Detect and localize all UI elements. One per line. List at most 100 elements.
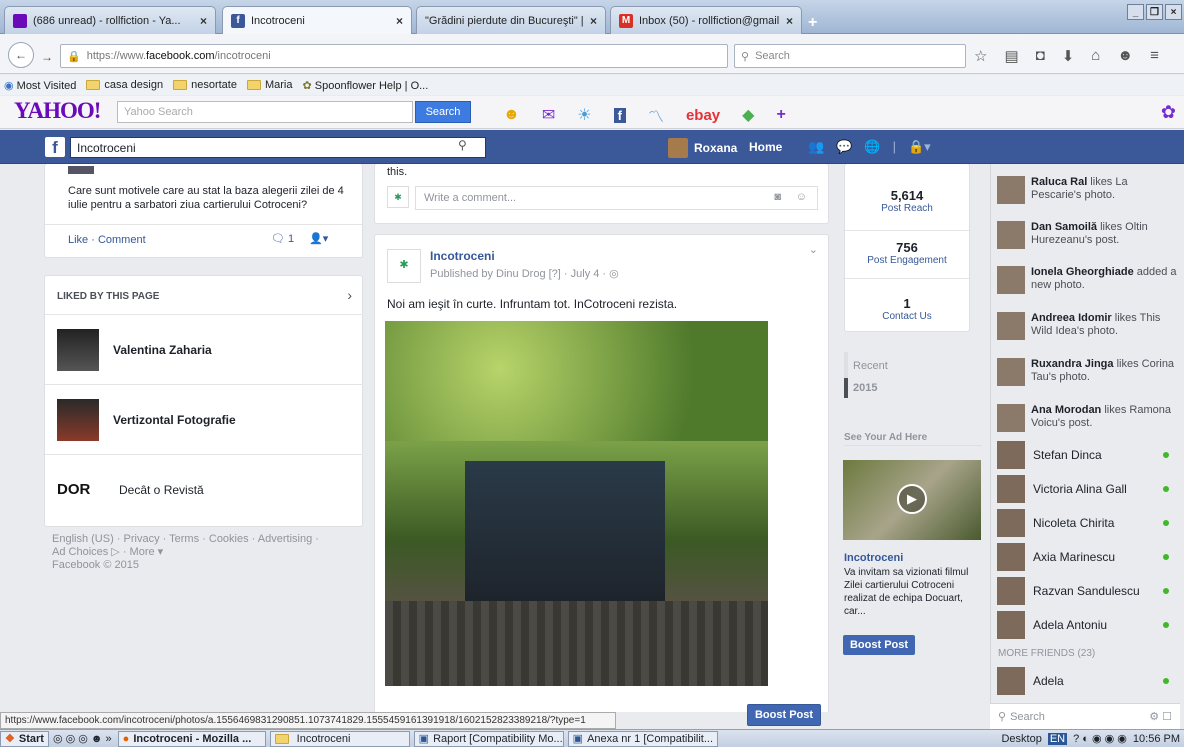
chat-search-input[interactable]: ⚲ Search ⚙ ☐ [990, 703, 1180, 729]
profile-link[interactable]: Roxana [668, 138, 737, 158]
ticker-item[interactable]: Dan Samoilă likes Oltin Hurezeanu's post… [997, 221, 1179, 249]
chat-contact[interactable]: Stefan Dinca [997, 438, 1179, 472]
tab-gmail[interactable]: M Inbox (50) - rollfiction@gmail.... × [610, 6, 802, 34]
home-icon[interactable]: ⌂ [1091, 47, 1100, 65]
chevron-down-icon[interactable]: ⌄ [809, 243, 818, 256]
comment-count[interactable]: 🗨 1 [271, 232, 294, 245]
timeline-2015[interactable]: 2015 [853, 382, 877, 394]
quicklaunch-icons[interactable]: ◎ ◎ ◎ ☻ » [53, 732, 112, 745]
yahoo-search-input[interactable]: Yahoo Search [117, 101, 413, 123]
chat-contact[interactable]: Adela Antoniu [997, 608, 1179, 642]
footer-line[interactable]: English (US) · Privacy · Terms · Cookies… [52, 533, 332, 546]
forward-button[interactable]: → [36, 46, 58, 68]
gear-icon[interactable]: ✿ [1161, 102, 1176, 123]
ad-boost-button[interactable]: Boost Post [843, 635, 915, 655]
pocket-icon[interactable]: ◘ [1036, 47, 1045, 65]
tag-icon[interactable]: ◆ [742, 105, 754, 125]
add-icon[interactable]: + [776, 106, 785, 124]
timeline-recent[interactable]: Recent [853, 360, 888, 372]
facebook-icon[interactable]: f [613, 107, 626, 123]
ticker-item[interactable]: Ruxandra Jinga likes Corina Tau's photo. [997, 358, 1179, 386]
liked-item[interactable]: DOR Decât o Revistă [45, 454, 363, 524]
chat-contact[interactable]: Adela [997, 664, 1179, 698]
chat-contact[interactable]: Razvan Sandulescu [997, 574, 1179, 608]
tray-icons[interactable]: ? ◐ ◉ ◉ ◉ [1073, 732, 1127, 745]
bookmark-spoonflower[interactable]: ✿ Spoonflower Help | O... [302, 79, 428, 92]
facebook-search-input[interactable]: Incotroceni [70, 137, 486, 158]
download-icon[interactable]: ⬇ [1062, 47, 1075, 65]
chat-contact[interactable]: Nicoleta Chirita [997, 506, 1179, 540]
finance-icon[interactable]: 〽 [648, 103, 664, 127]
browser-search-input[interactable]: ⚲ Search [734, 44, 966, 68]
new-tab-button[interactable]: + [808, 14, 817, 32]
ad-title[interactable]: Incotroceni [844, 552, 903, 564]
bookmark-maria[interactable]: Maria [246, 79, 292, 91]
desktop-toolbar[interactable]: Desktop [1001, 733, 1041, 745]
ticker-item[interactable]: Ana Morodan likes Ramona Voicu's post. [997, 404, 1179, 432]
ticker-item[interactable]: Ionela Gheorghiade added a new photo. [997, 266, 1179, 294]
yahoo-search-button[interactable]: Search [415, 101, 471, 123]
bookmark-most-visited[interactable]: ◉ Most Visited [4, 79, 76, 92]
minimize-button[interactable]: _ [1127, 4, 1144, 20]
tab-gradini[interactable]: "Grădini pierdute din Bucureşti" | B... … [416, 6, 606, 34]
ad-video-thumbnail[interactable]: ▶ [843, 460, 981, 540]
tab-incotroceni[interactable]: f Incotroceni × [222, 6, 412, 34]
ebay-icon[interactable]: ebay [686, 107, 720, 124]
star-icon[interactable]: ☆ [974, 47, 987, 65]
messages-icon[interactable]: 💬 [836, 139, 852, 155]
restore-button[interactable]: ❐ [1146, 4, 1163, 20]
taskbar-item-raport[interactable]: ▣ Raport [Compatibility Mo... [413, 730, 564, 747]
chat-contact[interactable]: Axia Marinescu [997, 540, 1179, 574]
close-window-button[interactable]: × [1165, 4, 1182, 20]
taskbar-item-anexa[interactable]: ▣ Anexa nr 1 [Compatibilit... [567, 730, 718, 747]
yahoo-logo[interactable]: YAHOO! [14, 98, 101, 124]
stat-post-reach[interactable]: 5,614 Post Reach [845, 188, 969, 214]
reading-list-icon[interactable]: ▤ [1004, 47, 1018, 65]
taskbar-item-folder[interactable]: Incotroceni [269, 730, 410, 747]
emoji-icon[interactable]: ☺ [796, 191, 807, 203]
liked-item[interactable]: Valentina Zaharia [45, 314, 363, 384]
page-avatar[interactable]: ✱ [387, 249, 421, 283]
camera-icon[interactable]: ◙ [774, 191, 781, 203]
back-button[interactable]: ← [8, 42, 34, 68]
play-icon[interactable]: ▶ [897, 484, 927, 514]
weather-icon[interactable]: ☀ [577, 105, 591, 125]
stat-post-engagement[interactable]: 756 Post Engagement [845, 240, 969, 266]
privacy-icon[interactable]: 🔒▾ [908, 139, 931, 155]
notifications-icon[interactable]: 🌐 [864, 139, 880, 155]
chevron-right-icon[interactable]: › [347, 287, 352, 303]
tab-yahoo-mail[interactable]: (686 unread) - rollfiction - Ya... × [4, 6, 216, 34]
like-comment-link[interactable]: Like · Comment [68, 234, 146, 246]
ticker-item[interactable]: Raluca Ral likes La Pescarie's photo. [997, 176, 1179, 204]
chat-contact[interactable]: Victoria Alina Gall [997, 472, 1179, 506]
comment-input[interactable]: Write a comment... ◙ ☺ [415, 186, 818, 210]
emoji-icon[interactable]: ☻ [503, 106, 520, 124]
ticker-item[interactable]: Andreea Idomir likes This Wild Idea's ph… [997, 312, 1179, 340]
footer-line[interactable]: Ad Choices ▷ · More ▾ [52, 546, 332, 559]
close-icon[interactable]: × [590, 14, 597, 28]
online-indicator [1163, 452, 1169, 458]
bookmark-casa-design[interactable]: casa design [86, 79, 163, 91]
liked-item[interactable]: Vertizontal Fotografie [45, 384, 363, 454]
search-icon[interactable]: ⚲ [458, 138, 467, 152]
stat-contact-us[interactable]: 1 Contact Us [845, 296, 969, 322]
home-link[interactable]: Home [749, 140, 782, 154]
friend-requests-icon[interactable]: 👥 [808, 139, 824, 155]
chat-icon[interactable]: ☻ [1117, 47, 1133, 65]
mail-icon[interactable]: ✉ [542, 105, 555, 125]
start-button[interactable]: ❖ Start [0, 730, 49, 747]
close-icon[interactable]: × [200, 14, 207, 28]
share-menu-icon[interactable]: 👤▾ [309, 232, 328, 245]
facebook-logo-icon[interactable]: f [45, 137, 65, 157]
taskbar-item-firefox[interactable]: ● Incotroceni - Mozilla ... [117, 730, 266, 747]
bookmark-nesortate[interactable]: nesortate [173, 79, 237, 91]
chat-settings-icon[interactable]: ⚙ ☐ [1149, 710, 1172, 723]
close-icon[interactable]: × [396, 14, 403, 28]
close-icon[interactable]: × [786, 14, 793, 28]
url-bar[interactable]: 🔒 https://www. facebook.com/incotroceni [60, 44, 728, 68]
boost-post-button[interactable]: Boost Post [747, 704, 821, 726]
language-indicator[interactable]: EN [1047, 732, 1068, 745]
menu-icon[interactable]: ≡ [1150, 47, 1159, 65]
post-photo[interactable] [385, 321, 768, 686]
post-page-name[interactable]: Incotroceni [430, 249, 495, 263]
